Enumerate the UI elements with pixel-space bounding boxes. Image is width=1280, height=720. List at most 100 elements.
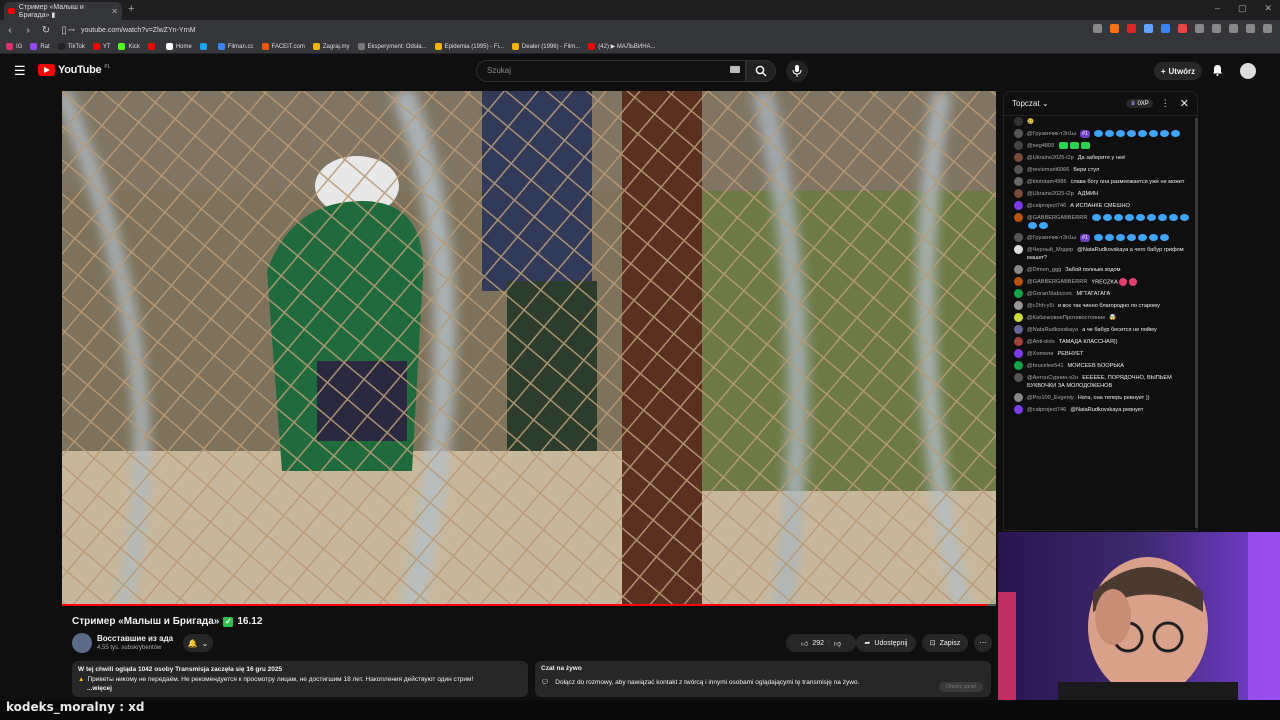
- chat-avatar[interactable]: [1014, 405, 1023, 415]
- extension-icon[interactable]: [1195, 24, 1204, 33]
- chat-message[interactable]: @Ukraine2025-l2p Да заберите у неё: [1004, 152, 1197, 164]
- chat-avatar[interactable]: [1014, 153, 1023, 162]
- chat-author[interactable]: @catproject746: [1027, 203, 1066, 209]
- create-button[interactable]: + Utwórz: [1154, 62, 1202, 80]
- like-button[interactable]: 👍︎ 292: [801, 639, 824, 648]
- youtube-logo[interactable]: YouTube PL: [38, 64, 110, 76]
- chat-message[interactable]: @КабачковоеПротивостояние 🤯: [1004, 312, 1197, 324]
- chat-avatar[interactable]: [1014, 213, 1023, 222]
- more-actions-button[interactable]: ⋯: [974, 634, 992, 652]
- bookmark-item[interactable]: Epidemia (1995) - Fi...: [434, 43, 504, 50]
- chat-message[interactable]: @NataRudkovskaya а че бабур бесится не по…: [1004, 324, 1197, 336]
- new-tab-icon[interactable]: +: [128, 3, 134, 15]
- chat-message[interactable]: @Черный_Модер @NataRudkovskaya а чего баб…: [1004, 244, 1197, 264]
- profile-icon[interactable]: [1246, 24, 1255, 33]
- extension-icon[interactable]: [1127, 24, 1136, 33]
- extension-icon[interactable]: [1178, 24, 1187, 33]
- site-info-icon[interactable]: ⊶: [68, 26, 75, 34]
- thumbs-down-icon[interactable]: 👎︎: [834, 639, 841, 648]
- extension-icon[interactable]: [1093, 24, 1102, 33]
- chat-message[interactable]: @Dimon_ggg Забой полным ходом: [1004, 264, 1197, 276]
- chat-message[interactable]: @catproject746 А ИСПАНКЕ СМЕШНО: [1004, 200, 1197, 212]
- address-bar[interactable]: ⊶ youtube.com/watch?v=ZlwZYn-YrnM: [68, 23, 1108, 37]
- chat-scrollbar[interactable]: [1195, 118, 1198, 528]
- bookmark-item[interactable]: Eksperyment: Odsła...: [357, 43, 427, 50]
- chat-author[interactable]: @Ukraine2025-l2p: [1027, 155, 1074, 161]
- chat-author[interactable]: @brucelee541: [1027, 363, 1063, 369]
- chat-message[interactable]: @reviemarii6066 Бери стул: [1004, 164, 1197, 176]
- chat-message[interactable]: @c2hh-y5i и все так чинно благородно по с…: [1004, 300, 1197, 312]
- chat-author[interactable]: @Грузенчик-т3п1ы: [1027, 235, 1076, 241]
- share-button[interactable]: ➦ Udostępnij: [856, 634, 916, 652]
- chat-avatar[interactable]: [1014, 373, 1023, 383]
- chat-avatar[interactable]: [1014, 301, 1023, 311]
- chat-author[interactable]: @Xomene: [1027, 351, 1054, 357]
- chat-message[interactable]: @catproject746 @NataRudkovskaya ревнует: [1004, 404, 1197, 416]
- chat-author[interactable]: @КабачковоеПротивостояние: [1027, 315, 1105, 321]
- bookmark-item[interactable]: Zagraj.my: [312, 43, 350, 50]
- close-chat-icon[interactable]: ✕: [1180, 97, 1189, 110]
- chat-message[interactable]: @ktototam4986 слава богу она размножается…: [1004, 176, 1197, 188]
- chat-avatar[interactable]: [1014, 361, 1023, 371]
- chat-avatar[interactable]: [1014, 245, 1023, 254]
- channel-avatar[interactable]: [72, 633, 92, 653]
- maximize-icon[interactable]: ▢: [1238, 3, 1247, 14]
- reload-icon[interactable]: ↻: [38, 25, 54, 36]
- chat-mode-dropdown[interactable]: Topczat ⌄: [1012, 99, 1049, 108]
- save-button[interactable]: ⊡ Zapisz: [922, 634, 968, 652]
- chat-author[interactable]: @ktototam4986: [1027, 179, 1067, 185]
- open-panel-button[interactable]: Otwórz panel: [939, 682, 983, 692]
- bookmark-item[interactable]: Filman.cc: [217, 43, 254, 50]
- chat-message[interactable]: 😢: [1004, 116, 1197, 128]
- voice-search-button[interactable]: [786, 60, 808, 82]
- chat-more-icon[interactable]: ⋮: [1161, 98, 1170, 109]
- extension-icon[interactable]: [1161, 24, 1170, 33]
- account-avatar[interactable]: [1240, 63, 1256, 79]
- chat-author[interactable]: @GABBERGABBERRR: [1027, 279, 1087, 285]
- chat-avatar[interactable]: [1014, 177, 1023, 186]
- extension-icon[interactable]: [1229, 24, 1238, 33]
- menu-icon[interactable]: [1263, 24, 1272, 33]
- extension-icon[interactable]: [1110, 24, 1119, 33]
- search-input[interactable]: Szukaj: [476, 60, 746, 82]
- chat-author[interactable]: @Грузенчик-т3п1ы: [1027, 131, 1076, 137]
- chat-message[interactable]: @brucelee541 МОИСЕЕВ БООРЬКА: [1004, 360, 1197, 372]
- chat-author[interactable]: @seg4809: [1027, 143, 1054, 149]
- bookmark-item[interactable]: [199, 43, 210, 50]
- chat-avatar[interactable]: [1014, 233, 1023, 242]
- chat-author[interactable]: @Pro100_Evgeniy: [1027, 395, 1074, 401]
- chat-message[interactable]: @GoranStabcovic МГТАГАГАГА: [1004, 288, 1197, 300]
- chat-author[interactable]: @Dimon_ggg: [1027, 267, 1061, 273]
- chat-author[interactable]: @Anti-dots: [1027, 339, 1055, 345]
- chat-avatar[interactable]: [1014, 349, 1023, 359]
- video-player[interactable]: [62, 91, 996, 606]
- chat-avatar[interactable]: [1014, 265, 1023, 274]
- bookmark-item[interactable]: FACEIT.com: [261, 43, 305, 50]
- chat-author[interactable]: @GABBERGABBERRR: [1027, 215, 1087, 221]
- search-button[interactable]: [746, 60, 776, 82]
- keyboard-icon[interactable]: [730, 66, 740, 73]
- chat-message[interactable]: @Грузенчик-т3п1ы #1: [1004, 128, 1197, 140]
- chat-message[interactable]: @АнтонСурнин-х2н ЕЕЕЕЕЕ, ПОРЯДОЧНО, ВЫПЬЕ…: [1004, 372, 1197, 392]
- subscription-bell-button[interactable]: 🔔 ⌄: [183, 634, 213, 652]
- channel-name[interactable]: Восставшие из ада: [97, 634, 173, 643]
- description-box[interactable]: W tej chwili ogląda 1042 osoby Transmisj…: [72, 661, 528, 697]
- chat-avatar[interactable]: [1014, 313, 1023, 323]
- chat-message[interactable]: @seg4809: [1004, 140, 1197, 152]
- show-more-link[interactable]: ...więcej: [87, 685, 522, 693]
- chat-avatar[interactable]: [1014, 393, 1023, 403]
- bookmark-item[interactable]: (42) ▶ МАЛЬВИНА...: [588, 43, 656, 50]
- browser-tab[interactable]: Стример «Малыш и Бригада» ▮ ✕: [4, 2, 122, 20]
- chat-author[interactable]: @Черный_Модер: [1027, 247, 1073, 253]
- chat-message-list[interactable]: 😢 @Грузенчик-т3п1ы #1 @seg4809 @Ukraine2025-…: [1004, 116, 1197, 416]
- chat-avatar[interactable]: [1014, 325, 1023, 335]
- chat-author[interactable]: @reviemarii6066: [1027, 167, 1069, 173]
- chat-avatar[interactable]: [1014, 201, 1023, 210]
- chat-avatar[interactable]: [1014, 189, 1023, 198]
- chat-avatar[interactable]: [1014, 141, 1023, 150]
- chat-message[interactable]: @Anti-dots ТАМАДА КЛАССНАЯ)): [1004, 336, 1197, 348]
- bookmark-item[interactable]: TikTok: [57, 43, 85, 50]
- chat-message[interactable]: @GABBERGABBERRR: [1004, 212, 1197, 232]
- chat-avatar[interactable]: [1014, 337, 1023, 347]
- close-tab-icon[interactable]: ✕: [111, 7, 118, 16]
